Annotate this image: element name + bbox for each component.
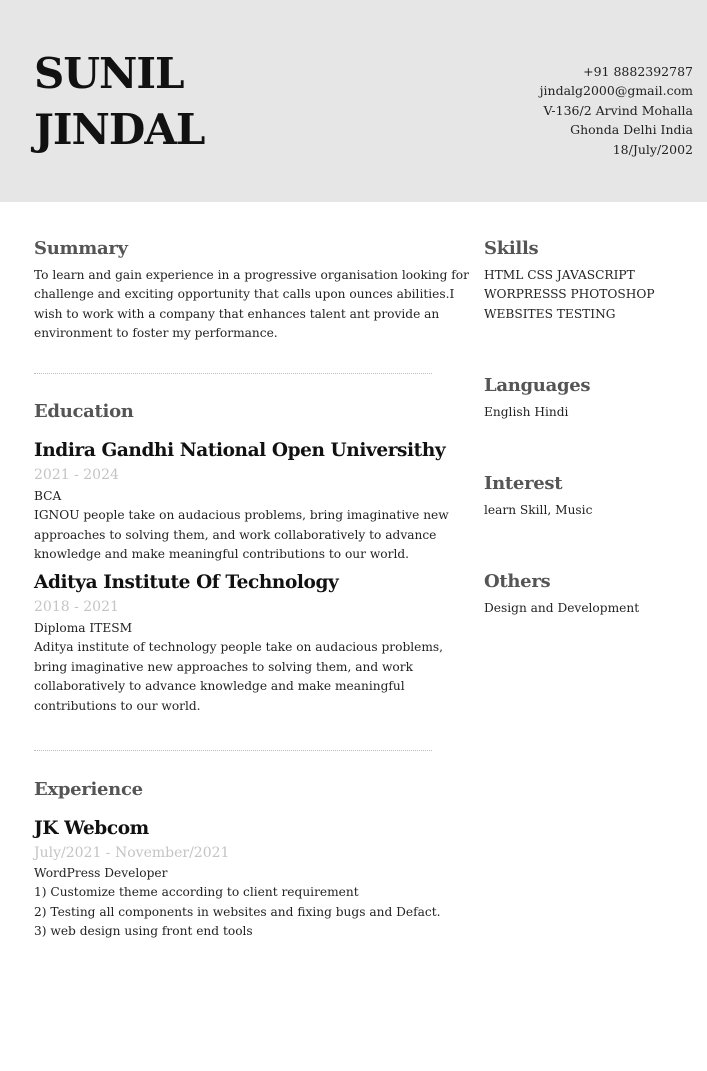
- email-address: jindalg2000@gmail.com: [539, 83, 693, 99]
- contact-block: +91 8882392787 jindalg2000@gmail.com V-1…: [540, 62, 693, 159]
- date-of-birth: 18/July/2002: [612, 141, 693, 157]
- education-degree: BCA: [34, 489, 62, 503]
- experience-title: Experience: [34, 779, 143, 800]
- experience-point: 3) web design using front end tools: [34, 924, 253, 939]
- resume-header: SUNIL JINDAL +91 8882392787 jindalg2000@…: [0, 0, 707, 202]
- skills-list: HTML CSS JAVASCRIPT WORPRESSS PHOTOSHOP …: [484, 266, 655, 324]
- education-description-line: Aditya institute of technology people ta…: [34, 640, 444, 655]
- education-description-line: contributions to our world.: [34, 698, 201, 713]
- summary-line: To learn and gain experience in a progre…: [34, 268, 469, 282]
- experience-details: WordPress Developer 1) Customize theme a…: [34, 864, 441, 942]
- experience-point: 2) Testing all components in websites an…: [34, 904, 441, 919]
- education-degree: Diploma ITESM: [34, 621, 133, 635]
- skills-line: WEBSITES TESTING: [484, 306, 616, 321]
- education-description-line: bring imaginative new approaches to solv…: [34, 659, 413, 674]
- first-name: SUNIL: [34, 49, 185, 98]
- last-name: JINDAL: [34, 105, 205, 154]
- experience-dates: July/2021 - November/2021: [34, 845, 230, 861]
- education-dates: 2018 - 2021: [34, 599, 119, 615]
- education-details: BCA IGNOU people take on audacious probl…: [34, 487, 449, 565]
- experience-point: 1) Customize theme according to client r…: [34, 885, 359, 900]
- skills-title: Skills: [484, 238, 539, 259]
- skills-line: HTML CSS JAVASCRIPT: [484, 268, 635, 282]
- education-description-line: knowledge and make meaningful contributi…: [34, 547, 410, 562]
- education-description-line: collaboratively to advance knowledge and…: [34, 679, 405, 694]
- skills-line: WORPRESSS PHOTOSHOP: [484, 287, 655, 302]
- section-divider: [34, 373, 432, 374]
- education-institution: Aditya Institute Of Technology: [34, 572, 339, 593]
- experience-role: WordPress Developer: [34, 866, 168, 880]
- address-line-1: V-136/2 Arvind Mohalla: [543, 102, 693, 118]
- summary-line: environment to foster my performance.: [34, 326, 278, 341]
- others-title: Others: [484, 571, 551, 592]
- education-institution: Indira Gandhi National Open Universithy: [34, 440, 446, 461]
- phone-number: +91 8882392787: [583, 64, 693, 79]
- education-dates: 2021 - 2024: [34, 467, 119, 483]
- education-description-line: IGNOU people take on audacious problems,…: [34, 508, 449, 523]
- others-text: Design and Development: [484, 601, 640, 615]
- summary-line: challenge and exciting opportunity that …: [34, 287, 455, 302]
- interest-text: learn Skill, Music: [484, 503, 593, 517]
- education-title: Education: [34, 401, 134, 422]
- address-line-2: Ghonda Delhi India: [570, 122, 693, 138]
- education-description-line: approaches to solving them, and work col…: [34, 527, 437, 542]
- candidate-name: SUNIL JINDAL: [34, 46, 205, 158]
- languages-text: English Hindi: [484, 405, 569, 419]
- summary-text: To learn and gain experience in a progre…: [34, 266, 469, 344]
- experience-company: JK Webcom: [34, 818, 149, 839]
- languages-title: Languages: [484, 375, 591, 396]
- section-divider: [34, 750, 432, 751]
- interest-title: Interest: [484, 473, 563, 494]
- education-details: Diploma ITESM Aditya institute of techno…: [34, 619, 443, 716]
- summary-title: Summary: [34, 238, 128, 259]
- summary-line: wish to work with a company that enhance…: [34, 306, 440, 321]
